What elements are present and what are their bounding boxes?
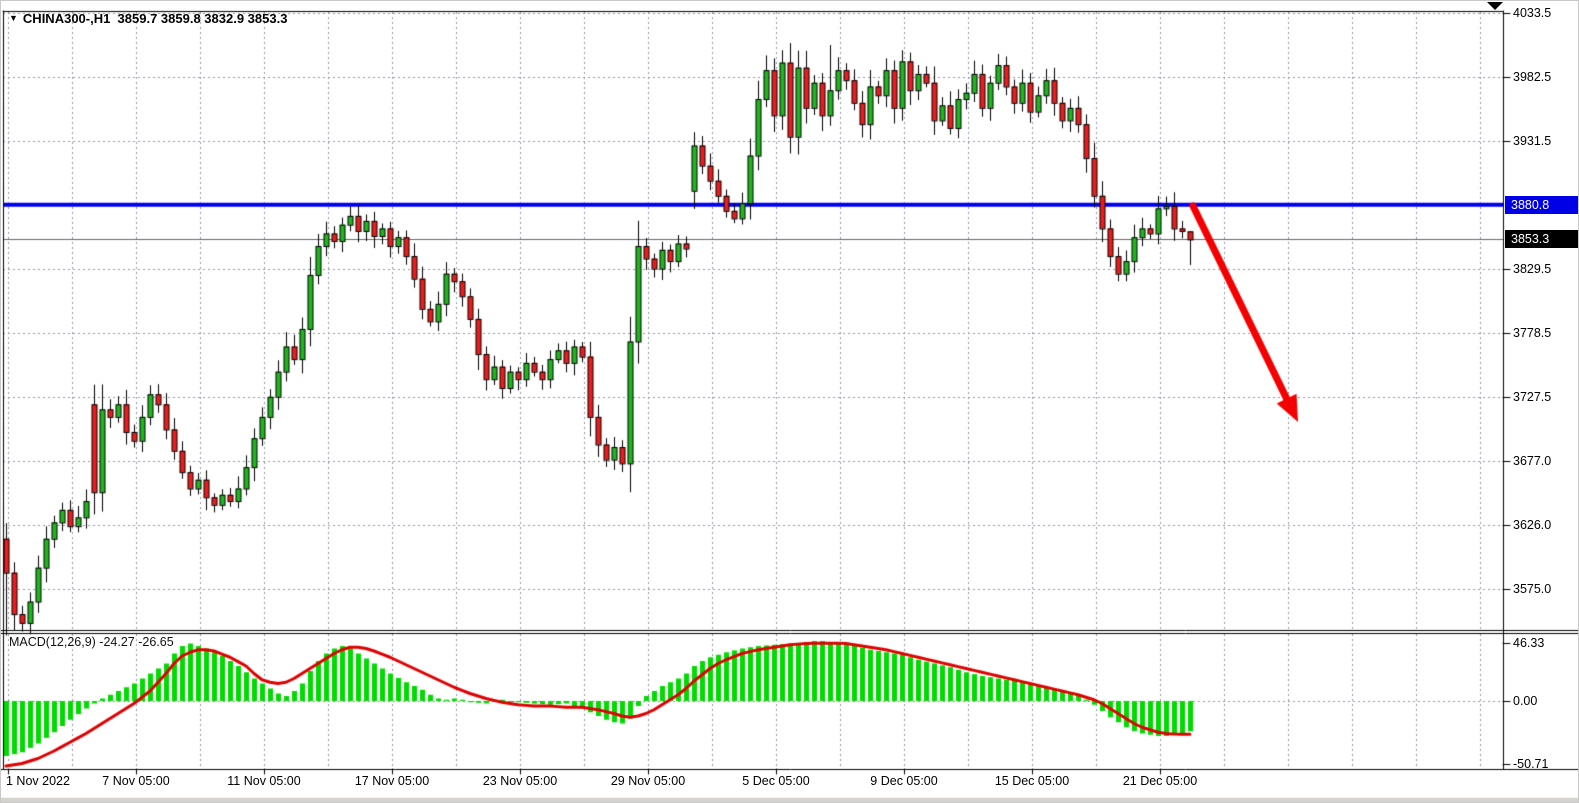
time-tick-label: 1 Nov 2022	[6, 774, 70, 788]
price-tick-label: 3982.5	[1513, 70, 1551, 84]
price-tick-label: 3626.0	[1513, 518, 1551, 532]
time-tick-label: 15 Dec 05:00	[995, 774, 1069, 788]
last-price-badge: 3853.3	[1505, 230, 1579, 248]
chart-title-bar: ▼ CHINA300-,H1 3859.7 3859.8 3832.9 3853…	[9, 11, 287, 26]
macd-tick-label: 46.33	[1513, 636, 1544, 650]
time-tick-label: 11 Nov 05:00	[227, 774, 300, 788]
price-tick-label: 3727.5	[1513, 390, 1551, 404]
price-tick-label: 4033.5	[1513, 6, 1551, 20]
time-tick-label: 9 Dec 05:00	[870, 774, 937, 788]
price-tick-label: 3829.5	[1513, 262, 1551, 276]
macd-indicator-label: MACD(12,26,9) -24.27 -26.65	[9, 635, 174, 649]
macd-tick-label: -50.71	[1513, 757, 1548, 771]
time-tick-label: 17 Nov 05:00	[355, 774, 429, 788]
chart-window: ▼ CHINA300-,H1 3859.7 3859.8 3832.9 3853…	[0, 0, 1579, 803]
time-tick-label: 21 Dec 05:00	[1123, 774, 1197, 788]
price-tick-label: 3931.5	[1513, 134, 1551, 148]
chart-shift-marker[interactable]	[1487, 2, 1503, 10]
price-axis[interactable]	[1504, 1, 1579, 769]
price-tick-label: 3778.5	[1513, 326, 1551, 340]
price-tick-label: 3575.0	[1513, 582, 1551, 596]
time-tick-label: 7 Nov 05:00	[102, 774, 169, 788]
chart-canvas[interactable]	[1, 1, 1579, 803]
symbol-dropdown-icon[interactable]: ▼	[9, 14, 18, 23]
time-axis[interactable]: 1 Nov 2022 7 Nov 05:00 11 Nov 05:00 17 Nov …	[1, 774, 1579, 794]
macd-tick-label: 0.00	[1513, 694, 1537, 708]
time-tick-label: 5 Dec 05:00	[742, 774, 809, 788]
window-bottom-edge	[1, 797, 1579, 803]
price-tick-label: 3677.0	[1513, 454, 1551, 468]
hline-price-badge: 3880.8	[1505, 196, 1579, 214]
time-tick-label: 23 Nov 05:00	[483, 774, 557, 788]
chart-title: CHINA300-,H1 3859.7 3859.8 3832.9 3853.3	[23, 11, 288, 26]
time-tick-label: 29 Nov 05:00	[611, 774, 685, 788]
